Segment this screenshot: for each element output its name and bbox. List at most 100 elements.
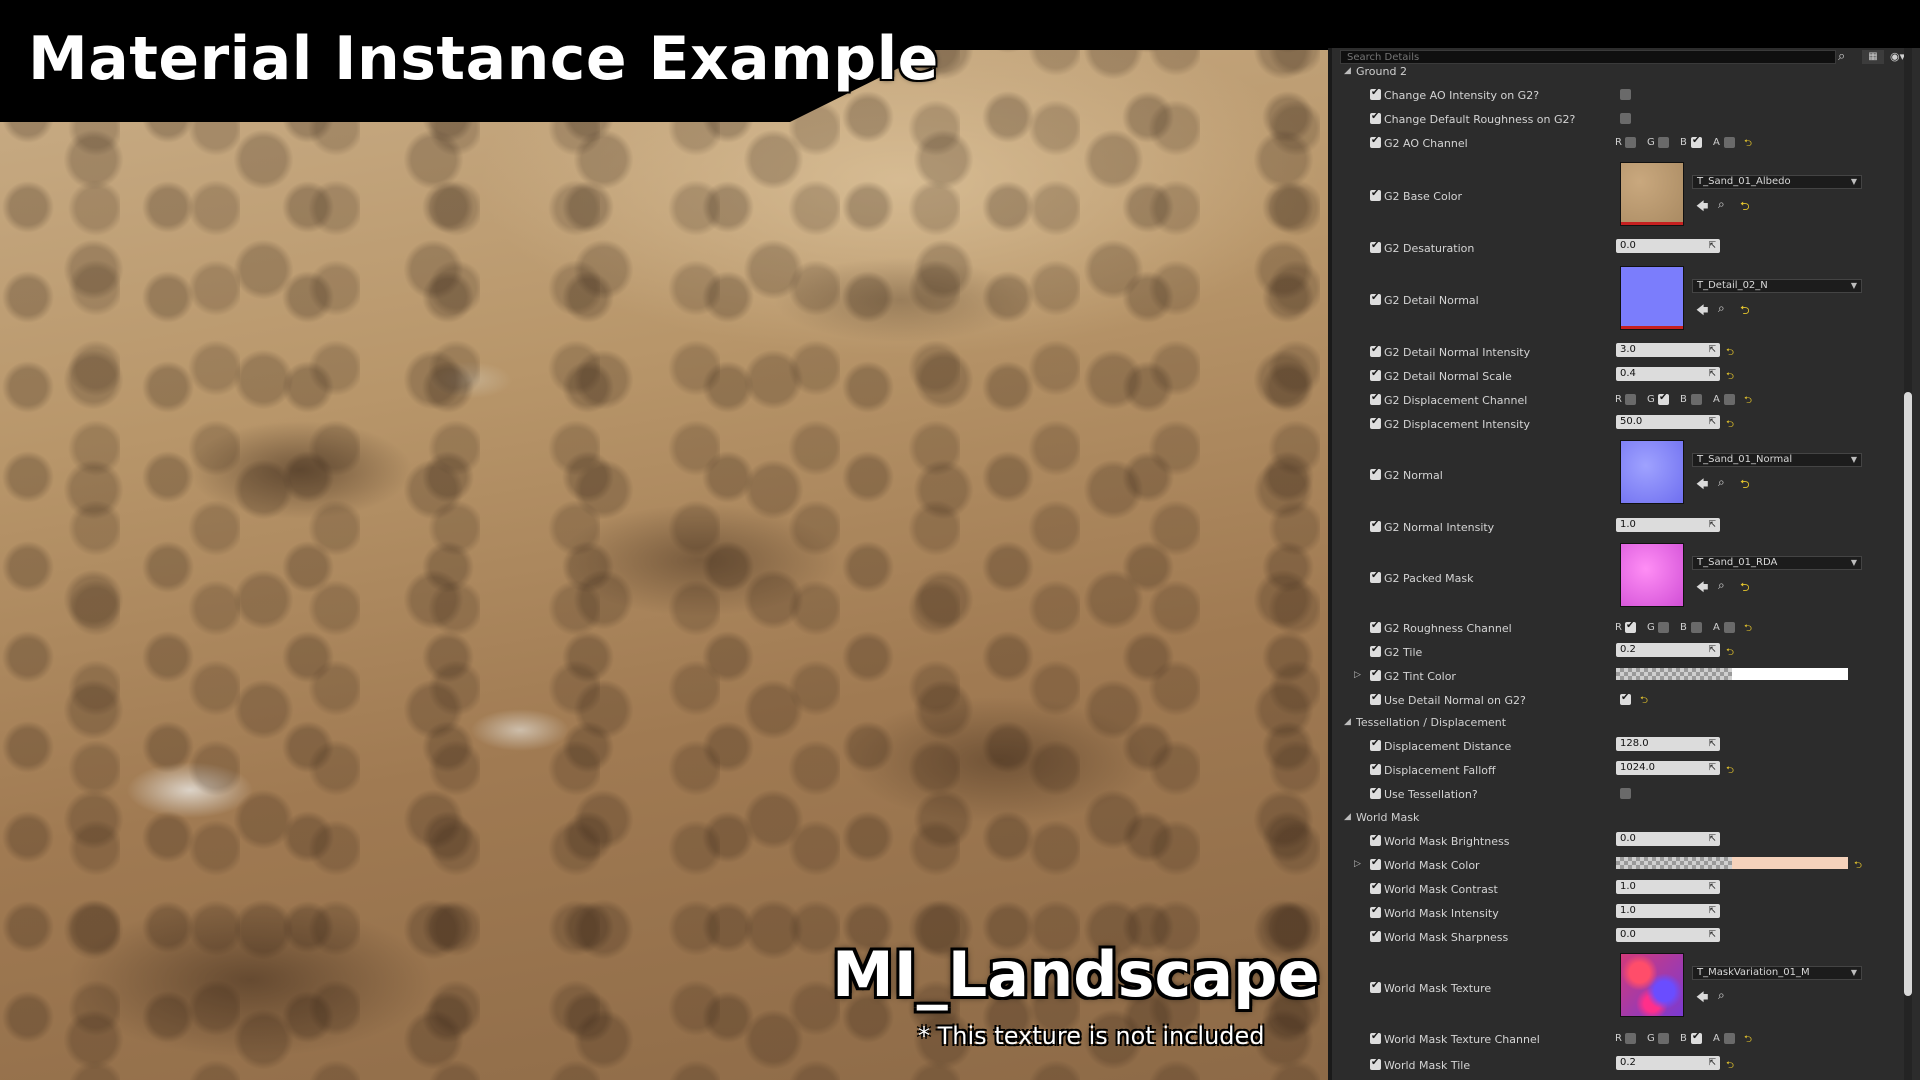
number-field[interactable]: 0.0 ⇱ — [1616, 239, 1720, 253]
expand-triangle-icon[interactable]: ▷ — [1354, 670, 1361, 680]
override-checkbox[interactable] — [1370, 519, 1381, 532]
channel-a-checkbox[interactable] — [1724, 1033, 1735, 1044]
override-checkbox[interactable] — [1370, 620, 1381, 633]
grid-view-icon[interactable]: ▦ — [1862, 50, 1884, 64]
channel-b-checkbox[interactable] — [1691, 1031, 1702, 1044]
asset-picker-dropdown[interactable]: T_Sand_01_Normal ▼ — [1692, 453, 1862, 467]
override-checkbox[interactable] — [1370, 644, 1381, 657]
reset-to-default-icon[interactable]: ⮌ — [1744, 1032, 1752, 1049]
value-checkbox[interactable] — [1620, 89, 1631, 100]
value-checkbox[interactable] — [1620, 788, 1631, 799]
channel-r-checkbox[interactable] — [1625, 137, 1636, 148]
override-checkbox[interactable] — [1370, 87, 1381, 100]
channel-g-checkbox[interactable] — [1658, 137, 1669, 148]
reset-to-default-icon[interactable]: ⮌ — [1740, 578, 1750, 599]
texture-thumbnail-albedo[interactable] — [1620, 162, 1684, 226]
override-checkbox[interactable] — [1370, 570, 1381, 583]
number-field[interactable]: 0.2 ⇱ — [1616, 1056, 1720, 1070]
reset-to-default-icon[interactable]: ⮌ — [1744, 621, 1752, 638]
override-checkbox[interactable] — [1370, 416, 1381, 429]
texture-thumbnail-detail-normal[interactable] — [1620, 266, 1684, 330]
override-checkbox[interactable] — [1370, 786, 1381, 799]
asset-picker-dropdown[interactable]: T_Sand_01_Albedo ▼ — [1692, 175, 1862, 189]
texture-thumbnail-world-mask[interactable] — [1620, 953, 1684, 1017]
reset-to-default-icon[interactable]: ⮌ — [1726, 345, 1734, 362]
channel-g-checkbox[interactable] — [1658, 622, 1669, 633]
eye-icon[interactable]: ◉▾ — [1890, 50, 1905, 64]
reset-to-default-icon[interactable]: ⮌ — [1740, 197, 1750, 218]
reset-to-default-icon[interactable]: ⮌ — [1726, 369, 1734, 386]
use-selected-arrow-icon[interactable]: 🡄 — [1696, 988, 1708, 1009]
channel-r-checkbox[interactable] — [1625, 1033, 1636, 1044]
use-selected-arrow-icon[interactable]: 🡄 — [1696, 197, 1708, 218]
override-checkbox[interactable] — [1370, 881, 1381, 894]
browse-search-icon[interactable]: ⌕ — [1718, 197, 1725, 212]
scrollbar-thumb[interactable] — [1904, 392, 1912, 996]
number-field[interactable]: 3.0 ⇱ — [1616, 343, 1720, 357]
reset-to-default-icon[interactable]: ⮌ — [1640, 693, 1648, 710]
channel-b-checkbox[interactable] — [1691, 394, 1702, 405]
asset-picker-dropdown[interactable]: T_MaskVariation_01_M ▼ — [1692, 966, 1862, 980]
viewport[interactable]: Material Instance Example MI_Landscape *… — [0, 0, 1328, 1080]
channel-r-checkbox[interactable] — [1625, 394, 1636, 405]
override-checkbox[interactable] — [1370, 292, 1381, 305]
number-field[interactable]: 50.0 ⇱ — [1616, 415, 1720, 429]
channel-r-checkbox[interactable] — [1625, 620, 1636, 633]
value-checkbox[interactable] — [1620, 692, 1631, 705]
override-checkbox[interactable] — [1370, 240, 1381, 253]
channel-b-checkbox[interactable] — [1691, 622, 1702, 633]
override-checkbox[interactable] — [1370, 111, 1381, 124]
override-checkbox[interactable] — [1370, 188, 1381, 201]
reset-to-default-icon[interactable]: ⮌ — [1740, 475, 1750, 496]
use-selected-arrow-icon[interactable]: 🡄 — [1696, 475, 1708, 496]
channel-b-checkbox[interactable] — [1691, 135, 1702, 148]
reset-to-default-icon[interactable]: ⮌ — [1740, 301, 1750, 322]
channel-g-checkbox[interactable] — [1658, 1033, 1669, 1044]
channel-a-checkbox[interactable] — [1724, 622, 1735, 633]
use-selected-arrow-icon[interactable]: 🡄 — [1696, 578, 1708, 599]
override-checkbox[interactable] — [1370, 929, 1381, 942]
browse-search-icon[interactable]: ⌕ — [1718, 988, 1725, 1003]
override-checkbox[interactable] — [1370, 980, 1381, 993]
reset-to-default-icon[interactable]: ⮌ — [1726, 417, 1734, 434]
asset-picker-dropdown[interactable]: T_Detail_02_N ▼ — [1692, 279, 1862, 293]
reset-to-default-icon[interactable]: ⮌ — [1744, 136, 1752, 153]
override-checkbox[interactable] — [1370, 905, 1381, 918]
number-field[interactable]: 1.0 ⇱ — [1616, 880, 1720, 894]
override-checkbox[interactable] — [1370, 1057, 1381, 1070]
browse-search-icon[interactable]: ⌕ — [1718, 301, 1725, 316]
collapse-triangle-icon[interactable]: ◢ — [1344, 66, 1351, 76]
collapse-triangle-icon[interactable]: ◢ — [1344, 812, 1351, 822]
reset-to-default-icon[interactable]: ⮌ — [1726, 645, 1734, 662]
channel-g-checkbox[interactable] — [1658, 392, 1669, 405]
value-checkbox[interactable] — [1620, 113, 1631, 124]
number-field[interactable]: 0.0 ⇱ — [1616, 832, 1720, 846]
override-checkbox[interactable] — [1370, 738, 1381, 751]
number-field[interactable]: 0.4 ⇱ — [1616, 367, 1720, 381]
override-checkbox[interactable] — [1370, 368, 1381, 381]
search-details-input[interactable] — [1340, 50, 1836, 64]
override-checkbox[interactable] — [1370, 668, 1381, 681]
use-selected-arrow-icon[interactable]: 🡄 — [1696, 301, 1708, 322]
browse-search-icon[interactable]: ⌕ — [1718, 475, 1725, 490]
override-checkbox[interactable] — [1370, 857, 1381, 870]
override-checkbox[interactable] — [1370, 392, 1381, 405]
reset-to-default-icon[interactable]: ⮌ — [1726, 763, 1734, 780]
override-checkbox[interactable] — [1370, 135, 1381, 148]
number-field[interactable]: 1.0 ⇱ — [1616, 904, 1720, 918]
override-checkbox[interactable] — [1370, 1031, 1381, 1044]
number-field[interactable]: 1.0 ⇱ — [1616, 518, 1720, 532]
override-checkbox[interactable] — [1370, 467, 1381, 480]
override-checkbox[interactable] — [1370, 692, 1381, 705]
reset-to-default-icon[interactable]: ⮌ — [1726, 1058, 1734, 1075]
number-field[interactable]: 0.0 ⇱ — [1616, 928, 1720, 942]
expand-triangle-icon[interactable]: ▷ — [1354, 859, 1361, 869]
texture-thumbnail-packed-mask[interactable] — [1620, 543, 1684, 607]
reset-to-default-icon[interactable]: ⮌ — [1854, 858, 1862, 875]
number-field[interactable]: 0.2 ⇱ — [1616, 643, 1720, 657]
number-field[interactable]: 128.0 ⇱ — [1616, 737, 1720, 751]
search-icon[interactable]: ⌕ — [1838, 50, 1845, 64]
texture-thumbnail-normal[interactable] — [1620, 440, 1684, 504]
override-checkbox[interactable] — [1370, 344, 1381, 357]
asset-picker-dropdown[interactable]: T_Sand_01_RDA ▼ — [1692, 556, 1862, 570]
